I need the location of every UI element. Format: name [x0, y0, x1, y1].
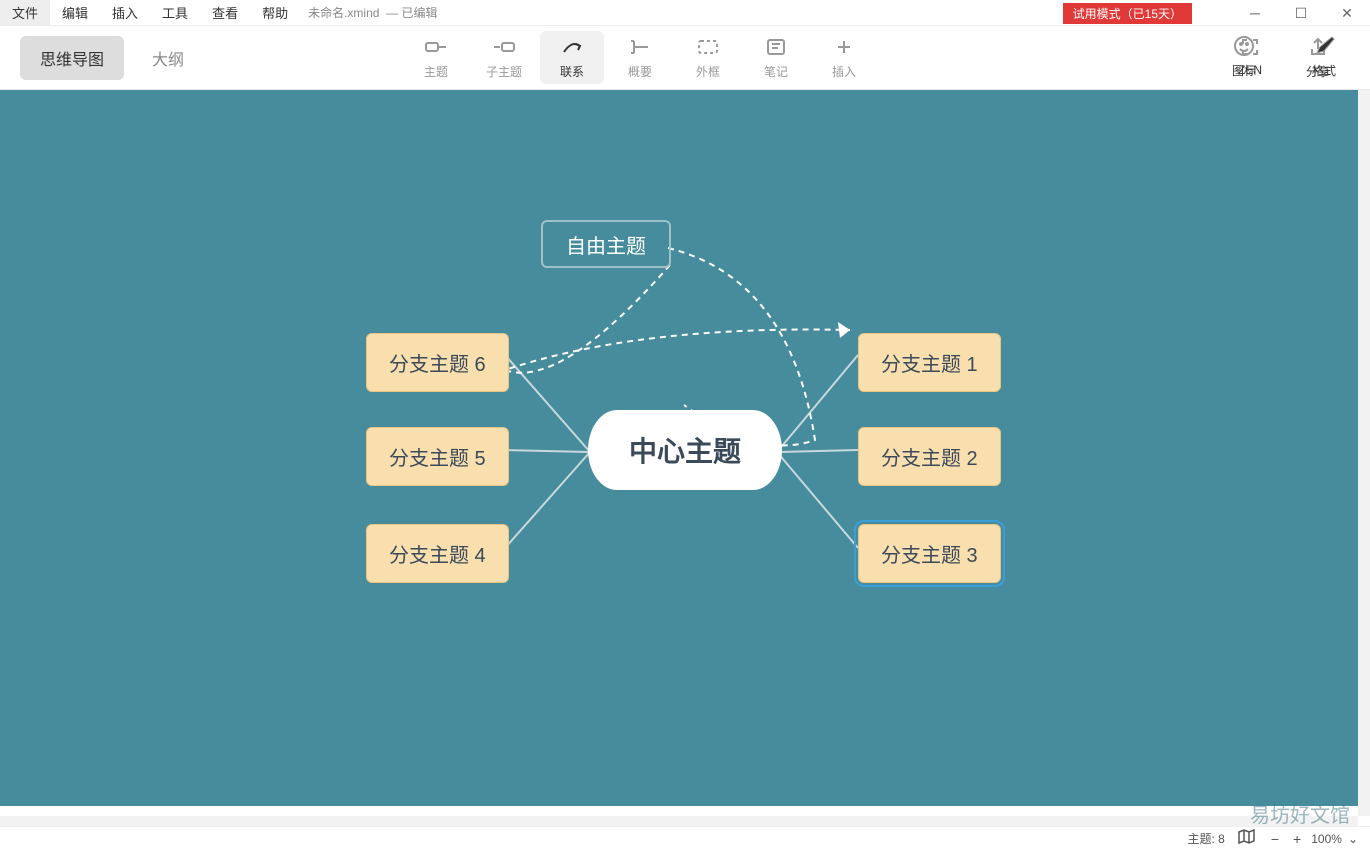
central-topic[interactable]: 中心主题: [588, 410, 782, 490]
trial-badge[interactable]: 试用模式（已15天）: [1063, 3, 1192, 24]
branch-topic-3[interactable]: 分支主题 3: [858, 524, 1001, 583]
tool-topic-label: 主题: [424, 63, 448, 80]
close-button[interactable]: ✕: [1324, 0, 1370, 26]
menu-insert[interactable]: 插入: [100, 0, 150, 26]
menubar: 文件 编辑 插入 工具 查看 帮助: [0, 0, 300, 26]
menu-help[interactable]: 帮助: [250, 0, 300, 26]
zoom-in-button[interactable]: +: [1289, 831, 1305, 847]
tool-insert-label: 插入: [832, 63, 856, 80]
window-controls: ─ ☐ ✕: [1232, 0, 1370, 26]
tool-boundary-label: 外框: [696, 63, 720, 80]
tool-insert[interactable]: 插入: [812, 31, 876, 84]
subtopic-icon: [492, 35, 516, 59]
branch-topic-6[interactable]: 分支主题 6: [366, 333, 509, 392]
topic-count: 主题: 8: [1187, 830, 1224, 847]
document-title: 未命名.xmind — 已编辑: [300, 4, 437, 21]
tool-summary[interactable]: 概要: [608, 31, 672, 84]
branch-topic-2[interactable]: 分支主题 2: [858, 427, 1001, 486]
tool-subtopic-label: 子主题: [486, 63, 522, 80]
maximize-button[interactable]: ☐: [1278, 0, 1324, 26]
tool-relation-label: 联系: [560, 63, 584, 80]
minimize-button[interactable]: ─: [1232, 0, 1278, 26]
tool-icons-label: 图标: [1232, 62, 1256, 79]
chevron-down-icon[interactable]: ⌄: [1348, 832, 1358, 846]
toolbar: 思维导图 大纲 主题 子主题 联系 概要 外框 笔记 插入: [0, 26, 1370, 90]
branch-topic-1[interactable]: 分支主题 1: [858, 333, 1001, 392]
topic-icon: [424, 35, 448, 59]
zoom-level: 100%: [1311, 832, 1342, 846]
zoom-out-button[interactable]: −: [1267, 831, 1283, 847]
tool-format[interactable]: 格式: [1292, 30, 1356, 83]
tool-note[interactable]: 笔记: [744, 31, 808, 84]
view-tabs: 思维导图 大纲: [20, 36, 204, 80]
tool-format-label: 格式: [1312, 62, 1336, 79]
scrollbar-vertical[interactable]: [1358, 90, 1370, 816]
summary-icon: [628, 35, 652, 59]
zoom-controls: − + 100% ⌄: [1267, 831, 1358, 847]
floating-topic[interactable]: 自由主题: [541, 220, 671, 268]
scrollbar-horizontal[interactable]: [0, 816, 1358, 826]
tab-mindmap[interactable]: 思维导图: [20, 36, 124, 80]
tool-icons[interactable]: 图标: [1212, 30, 1276, 83]
relation-icon: [560, 35, 584, 59]
brush-icon: [1312, 34, 1336, 58]
tool-summary-label: 概要: [628, 63, 652, 80]
map-icon[interactable]: [1237, 829, 1255, 848]
tool-topic[interactable]: 主题: [404, 31, 468, 84]
branch-topic-5[interactable]: 分支主题 5: [366, 427, 509, 486]
tool-note-label: 笔记: [764, 63, 788, 80]
note-icon: [764, 35, 788, 59]
tab-outline[interactable]: 大纲: [132, 36, 204, 80]
menu-tools[interactable]: 工具: [150, 0, 200, 26]
boundary-icon: [696, 35, 720, 59]
tool-boundary[interactable]: 外框: [676, 31, 740, 84]
canvas-area[interactable]: 自由主题 中心主题 分支主题 1 分支主题 2 分支主题 3 分支主题 4 分支…: [0, 90, 1358, 816]
branch-topic-4[interactable]: 分支主题 4: [366, 524, 509, 583]
tool-group-main: 主题 子主题 联系 概要 外框 笔记 插入: [404, 31, 876, 84]
menu-edit[interactable]: 编辑: [50, 0, 100, 26]
tool-relation[interactable]: 联系: [540, 31, 604, 84]
tool-subtopic[interactable]: 子主题: [472, 31, 536, 84]
insert-icon: [832, 35, 856, 59]
smile-icon: [1232, 34, 1256, 58]
statusbar: 主题: 8 − + 100% ⌄: [0, 826, 1370, 850]
titlebar: 文件 编辑 插入 工具 查看 帮助 未命名.xmind — 已编辑 试用模式（已…: [0, 0, 1370, 26]
menu-file[interactable]: 文件: [0, 0, 50, 26]
right-tools: 图标 格式: [1212, 30, 1356, 83]
menu-view[interactable]: 查看: [200, 0, 250, 26]
